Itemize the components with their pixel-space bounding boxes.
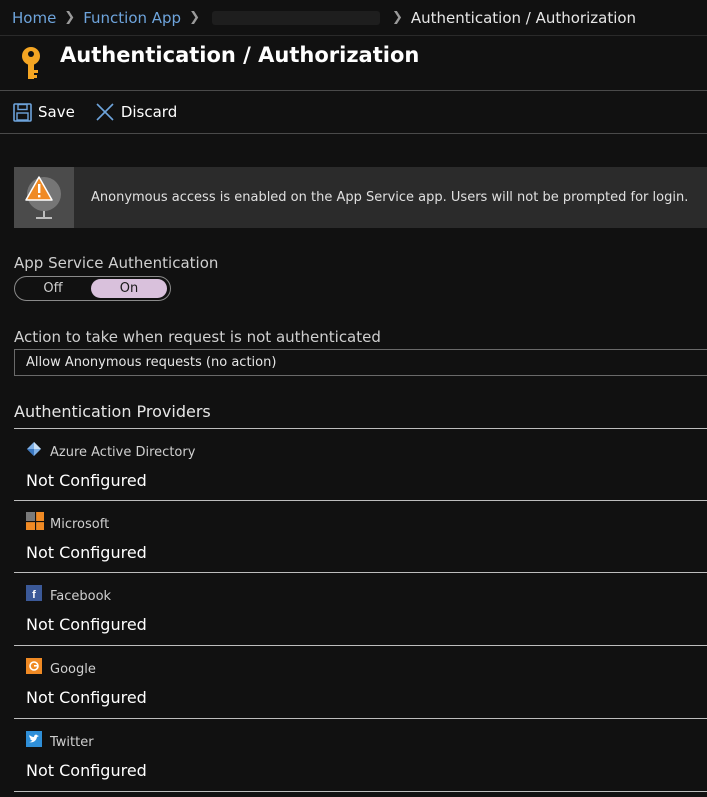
breadcrumb-current: Authentication / Authorization xyxy=(410,8,637,27)
action-select[interactable]: Allow Anonymous requests (no action) xyxy=(14,349,707,376)
warning-icon xyxy=(25,176,61,219)
discard-label: Discard xyxy=(120,103,178,121)
azure-ad-icon xyxy=(27,442,41,456)
chevron-right-icon: ❯ xyxy=(391,10,403,25)
banner-text: Anonymous access is enabled on the App S… xyxy=(91,190,689,205)
providers-title: Authentication Providers xyxy=(14,402,211,421)
svg-text:f: f xyxy=(32,589,36,601)
provider-name: Google xyxy=(50,662,96,677)
breadcrumb-redacted xyxy=(211,10,380,25)
save-label: Save xyxy=(38,103,75,121)
provider-google[interactable]: Google Not Configured xyxy=(14,645,707,717)
breadcrumb: Home ❯ Function App ❯ ❯ Authentication /… xyxy=(0,0,707,36)
key-icon xyxy=(22,47,40,79)
app-service-auth-toggle[interactable]: Off On xyxy=(14,276,171,301)
provider-name: Twitter xyxy=(50,735,94,750)
discard-button[interactable]: Discard xyxy=(95,102,177,122)
twitter-icon xyxy=(26,731,42,747)
toggle-on-option[interactable]: On xyxy=(91,279,167,298)
provider-status: Not Configured xyxy=(26,761,147,780)
anonymous-access-banner: Anonymous access is enabled on the App S… xyxy=(14,167,707,228)
provider-name: Microsoft xyxy=(50,517,110,532)
save-button[interactable]: Save xyxy=(13,102,75,122)
save-icon xyxy=(13,102,32,122)
provider-microsoft[interactable]: Microsoft Not Configured xyxy=(14,500,707,572)
divider xyxy=(14,791,707,792)
chevron-right-icon: ❯ xyxy=(189,10,200,25)
provider-twitter[interactable]: Twitter Not Configured xyxy=(14,718,707,790)
toolbar: Save Discard xyxy=(0,90,707,134)
close-icon xyxy=(96,103,114,121)
app-service-auth-label: App Service Authentication xyxy=(14,254,219,272)
breadcrumb-function-app[interactable]: Function App xyxy=(83,9,181,27)
provider-status: Not Configured xyxy=(26,471,147,490)
page-header: Authentication / Authorization xyxy=(0,36,707,90)
provider-status: Not Configured xyxy=(26,688,147,707)
provider-facebook[interactable]: f Facebook Not Configured xyxy=(14,572,707,644)
provider-status: Not Configured xyxy=(26,543,147,562)
banner-icon-box xyxy=(14,167,74,228)
google-icon xyxy=(26,658,42,674)
breadcrumb-home[interactable]: Home xyxy=(12,9,56,27)
provider-status: Not Configured xyxy=(26,615,147,634)
microsoft-icon xyxy=(26,512,44,530)
chevron-right-icon: ❯ xyxy=(64,10,76,25)
provider-name: Azure Active Directory xyxy=(50,445,196,460)
provider-name: Facebook xyxy=(50,589,112,604)
page-title: Authentication / Authorization xyxy=(60,43,420,67)
provider-azure-ad[interactable]: Azure Active Directory Not Configured xyxy=(14,428,707,500)
toggle-off-option[interactable]: Off xyxy=(15,277,91,300)
facebook-icon: f xyxy=(26,585,42,601)
action-label: Action to take when request is not authe… xyxy=(14,328,381,346)
